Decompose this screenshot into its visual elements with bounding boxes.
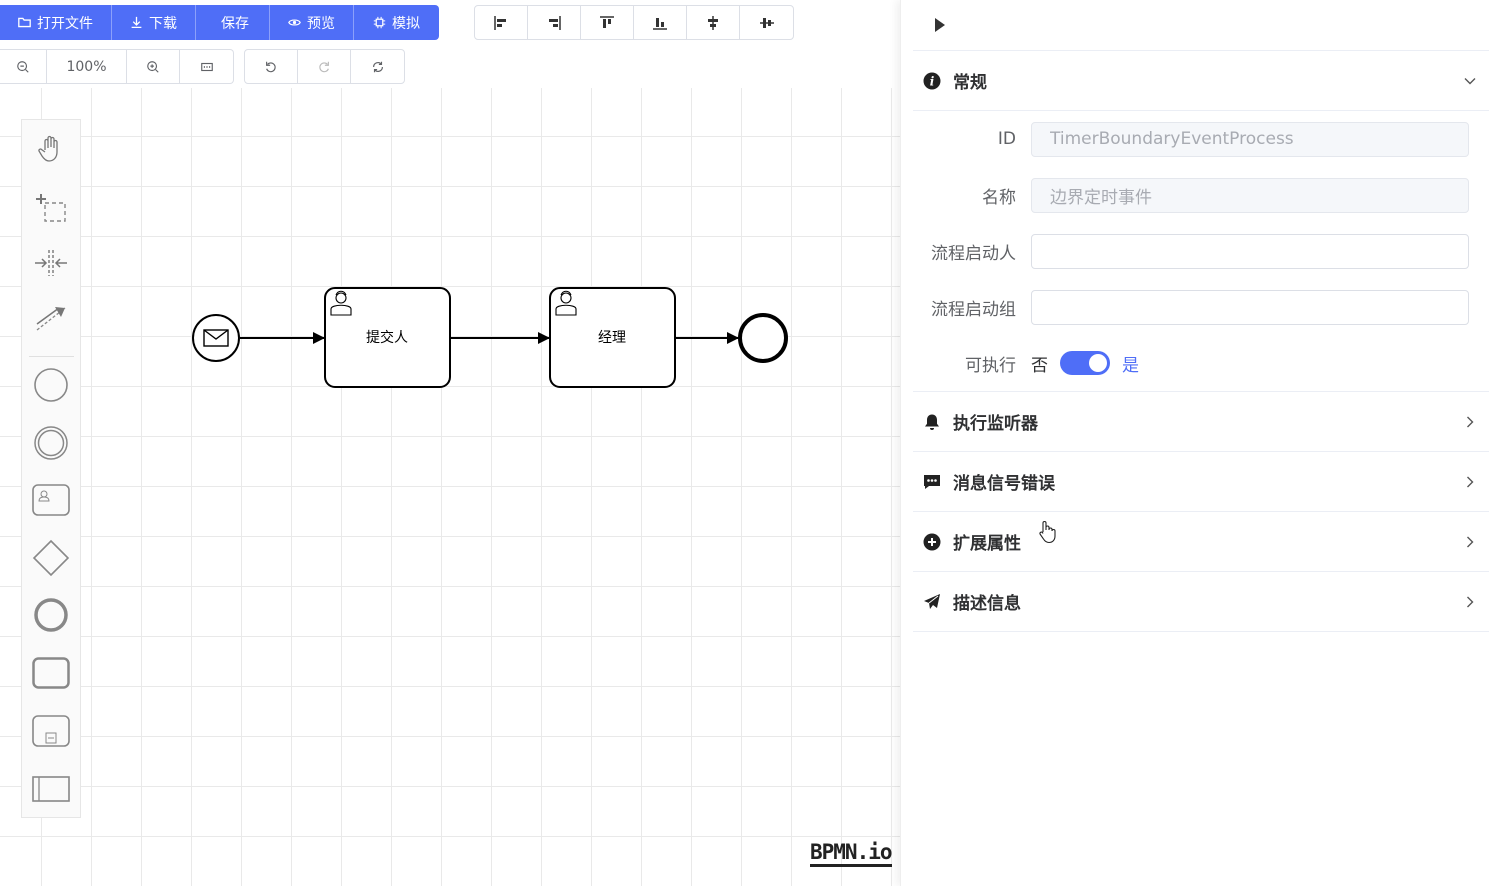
form-row-group: 流程启动组 — [913, 289, 1469, 325]
message-start-event[interactable] — [192, 314, 240, 362]
form-row-executable: 可执行 否 是 — [913, 345, 1469, 381]
form-row-name: 名称 — [913, 177, 1469, 213]
section-messages-title: 消息信号错误 — [953, 474, 1055, 494]
chevron-right-icon — [1467, 416, 1474, 427]
id-label: ID — [997, 129, 1016, 149]
info-icon: i — [923, 72, 941, 90]
name-label: 名称 — [982, 187, 1016, 208]
initiator-field[interactable] — [1031, 233, 1469, 269]
group-label: 流程启动组 — [931, 299, 1016, 320]
id-field[interactable] — [1031, 121, 1469, 157]
user-task-manager[interactable]: 经理 — [549, 287, 676, 388]
section-extensions-header[interactable]: 扩展属性 — [913, 512, 1489, 572]
executable-label: 可执行 — [965, 355, 1016, 376]
group-field[interactable] — [1031, 289, 1469, 325]
section-description-title: 描述信息 — [953, 594, 1021, 614]
section-listeners-title: 执行监听器 — [953, 414, 1038, 434]
end-event[interactable] — [738, 313, 788, 363]
user-task-submitter[interactable]: 提交人 — [324, 287, 451, 388]
properties-panel: i 常规 ID 名称 流程启动人 流程启动组 可执行 否 是 执行监听器 — [900, 0, 1495, 886]
message-icon — [923, 473, 941, 491]
task-label: 提交人 — [366, 329, 408, 346]
toggle-knob — [1089, 354, 1107, 372]
section-description-header[interactable]: 描述信息 — [913, 572, 1489, 632]
send-icon — [923, 593, 941, 611]
section-general-title: 常规 — [953, 73, 987, 93]
form-row-initiator: 流程启动人 — [913, 233, 1469, 269]
initiator-label: 流程启动人 — [931, 243, 1016, 264]
chevron-down-icon — [1464, 77, 1476, 84]
section-extensions-title: 扩展属性 — [953, 534, 1021, 554]
chevron-right-icon — [1467, 596, 1474, 607]
hand-cursor-icon — [1039, 521, 1056, 544]
bell-icon — [923, 413, 941, 431]
bpmn-io-logo[interactable]: BPMN.io — [810, 840, 893, 867]
section-listeners-header[interactable]: 执行监听器 — [913, 392, 1489, 452]
panel-toggle-icon[interactable] — [933, 16, 947, 34]
section-messages-header[interactable]: 消息信号错误 — [913, 452, 1489, 512]
executable-toggle[interactable] — [1060, 351, 1110, 375]
switch-off-label[interactable]: 否 — [1031, 351, 1048, 376]
name-field[interactable] — [1031, 177, 1469, 213]
chevron-right-icon — [1467, 476, 1474, 487]
form-row-id: ID — [913, 121, 1469, 157]
process-diagram: 提交人 经理 — [192, 287, 788, 388]
executable-switch-group: 否 是 — [1031, 351, 1139, 376]
chevron-right-icon — [1467, 536, 1474, 547]
plus-circle-icon — [923, 533, 941, 551]
switch-on-label[interactable]: 是 — [1122, 351, 1139, 376]
svg-text:i: i — [930, 74, 935, 88]
task-label: 经理 — [598, 330, 626, 346]
section-general-header[interactable]: i 常规 — [913, 51, 1489, 111]
